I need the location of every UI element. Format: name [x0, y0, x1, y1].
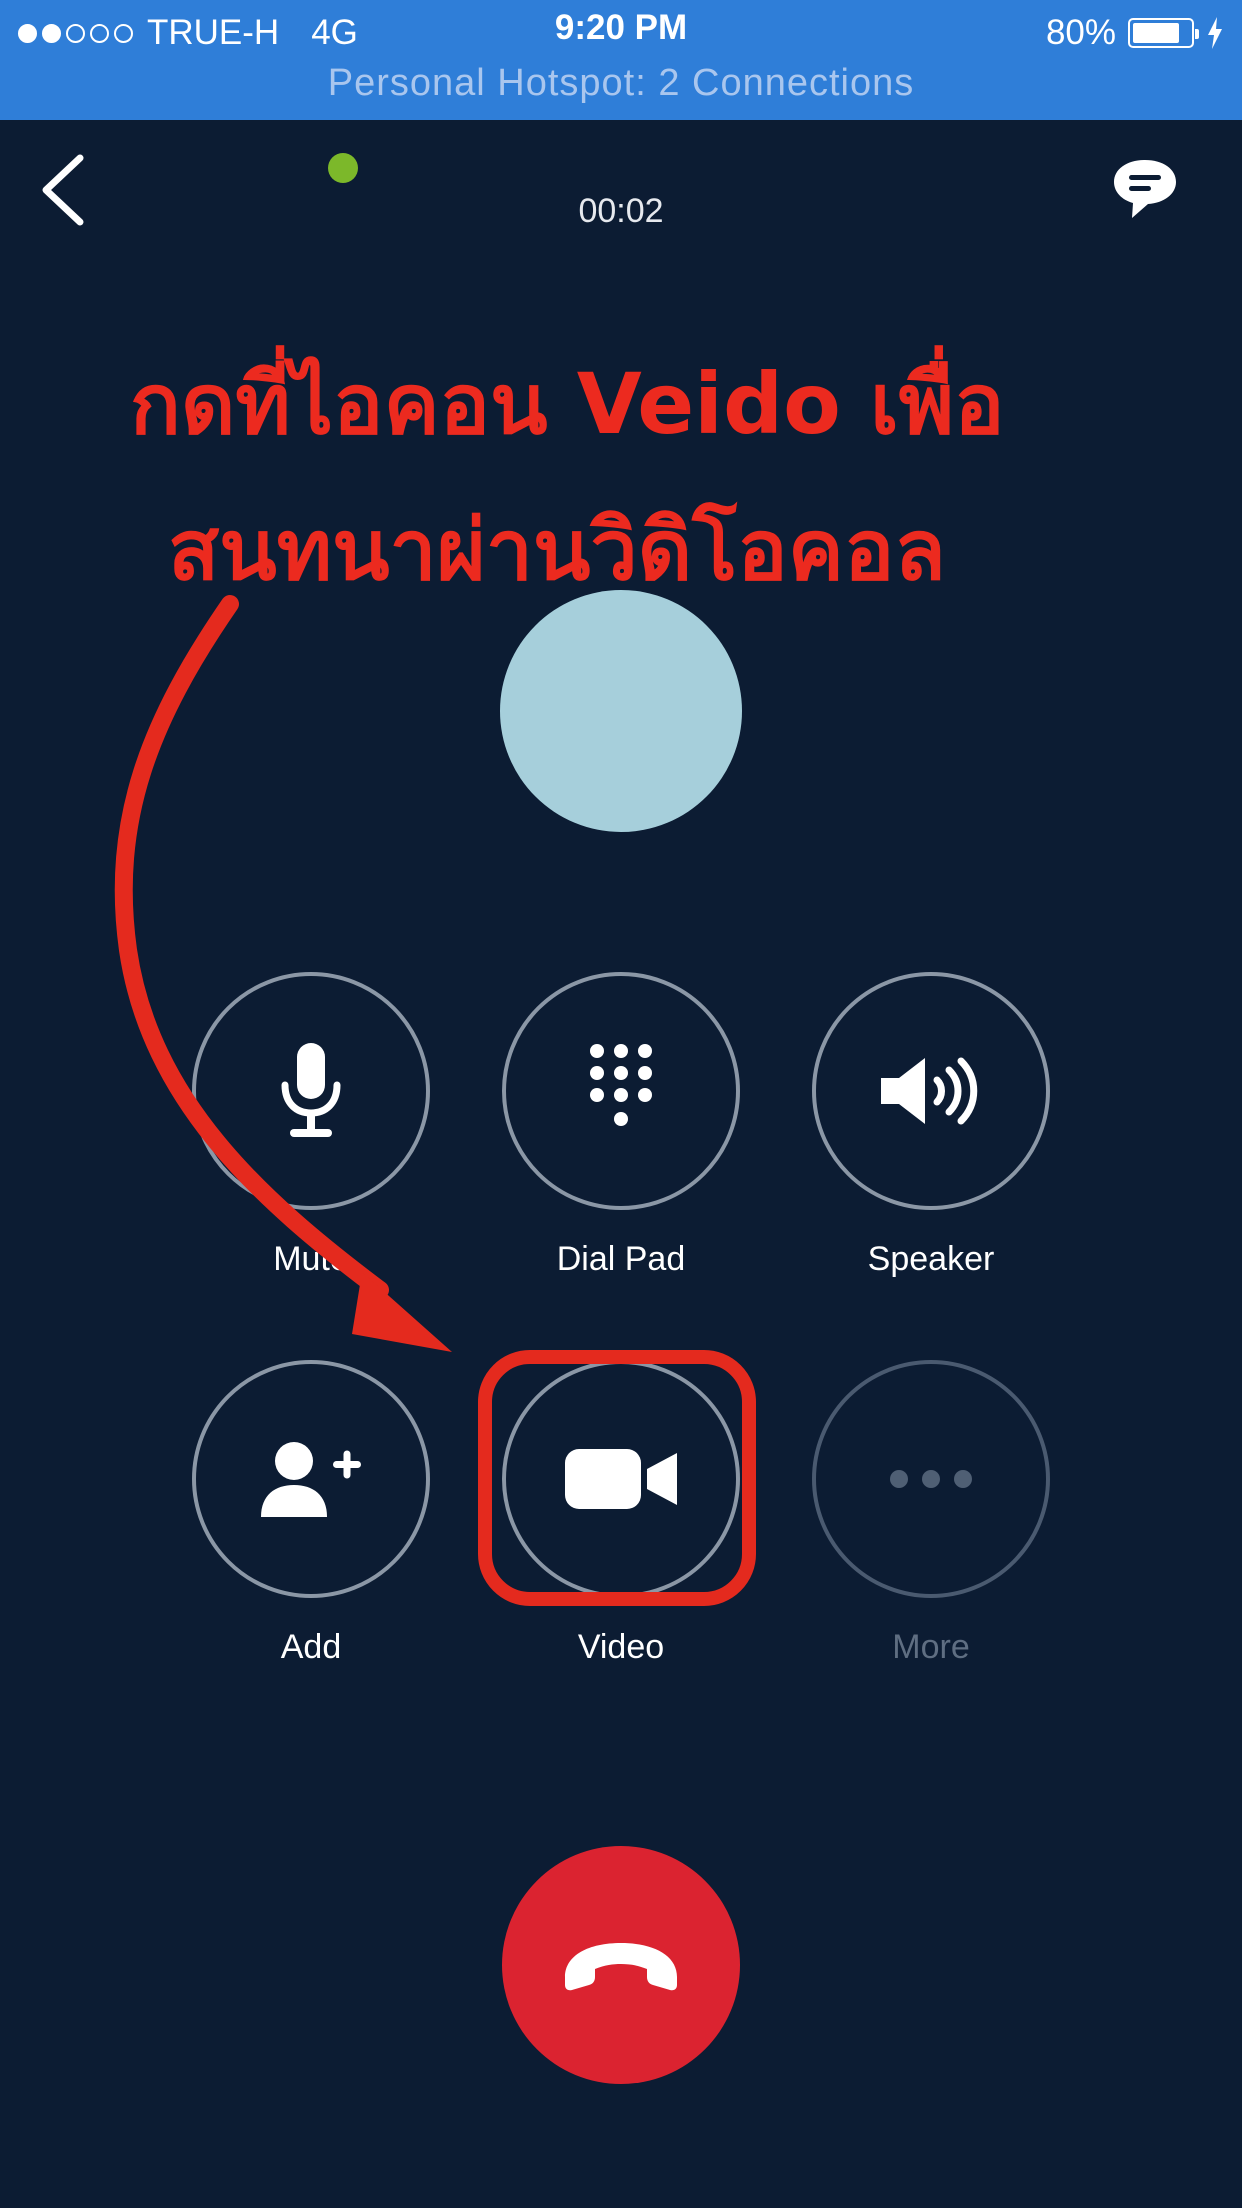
- end-call-button[interactable]: [502, 1846, 740, 2084]
- hang-up-icon: [565, 1943, 677, 1991]
